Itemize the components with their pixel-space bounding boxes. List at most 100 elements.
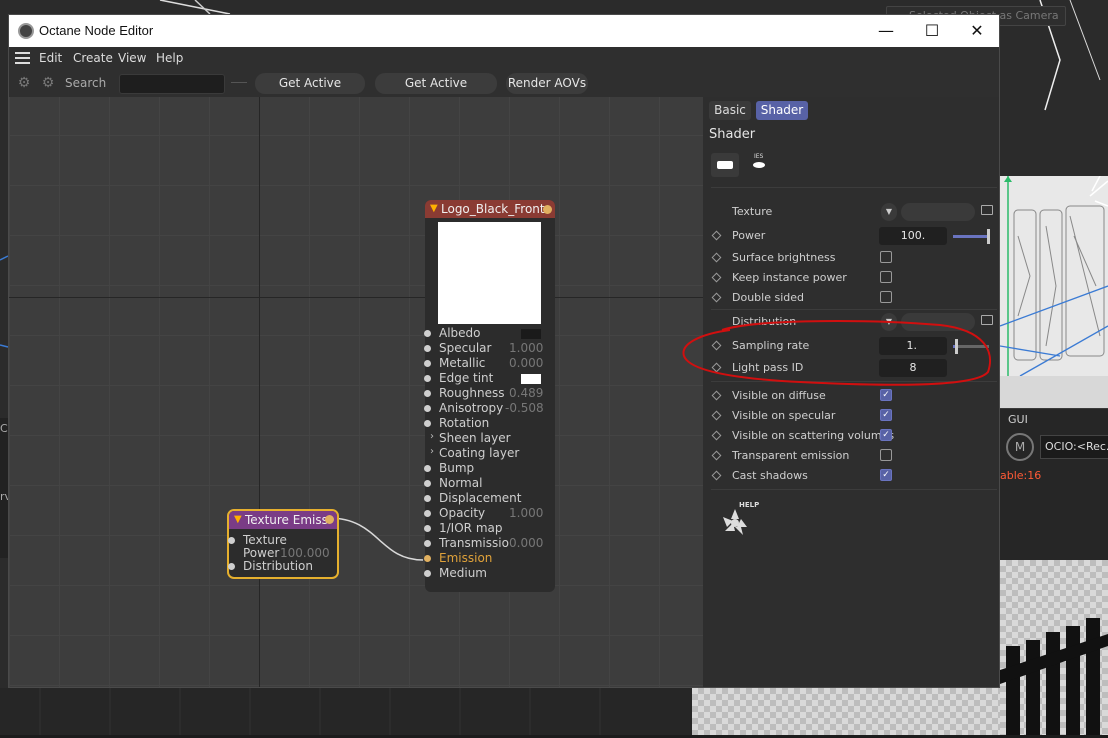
pin-opacity[interactable]: Opacity 1.000 <box>424 506 543 521</box>
collapse-triangle-icon[interactable]: ▼ <box>234 511 242 529</box>
octane-help-icon[interactable]: HELP <box>717 501 759 541</box>
transparent-emission-row[interactable]: Transparent emission <box>711 447 991 465</box>
pick-object-icon[interactable]: ⚙ <box>39 74 57 92</box>
keyframe-diamond-icon[interactable] <box>711 410 722 421</box>
double-sided-row[interactable]: Double sided <box>711 289 991 307</box>
power-row[interactable]: Power 100. <box>711 227 991 245</box>
connection-wire[interactable] <box>9 97 703 687</box>
surface-brightness-row[interactable]: Surface brightness <box>711 249 991 267</box>
visible-on-scattering-row[interactable]: Visible on scattering volumes ✓ <box>711 427 991 445</box>
ocio-pin-icon[interactable]: M <box>1006 433 1034 461</box>
close-button[interactable]: ✕ <box>954 15 1000 47</box>
material-node-header[interactable]: ▼ Logo_Black_Front <box>425 200 555 218</box>
pin-normal[interactable]: Normal <box>424 476 482 491</box>
power-field[interactable]: 100. <box>879 227 947 245</box>
distribution-dropdown-button[interactable]: ▼ <box>881 313 897 331</box>
visible-on-diffuse-row[interactable]: Visible on diffuse ✓ <box>711 387 991 405</box>
cast-shadows-checkbox[interactable]: ✓ <box>880 469 892 481</box>
cast-shadows-label: Cast shadows <box>732 469 808 482</box>
sampling-rate-field[interactable]: 1. <box>879 337 947 355</box>
pin-ior-map[interactable]: 1/IOR map <box>424 521 502 536</box>
emission-node-header[interactable]: ▼ Texture Emiss <box>229 511 337 529</box>
pin-sheen-layer[interactable]: › Sheen layer <box>430 431 511 446</box>
light-pass-id-field[interactable]: 8 <box>879 359 947 377</box>
material-preview <box>438 222 541 324</box>
pin-metallic[interactable]: Metallic 0.000 <box>424 356 543 371</box>
visible-on-scattering-checkbox[interactable]: ✓ <box>880 429 892 441</box>
get-active-tag-object-button[interactable]: Get Active tag/object <box>375 73 497 111</box>
texture-dropdown-button[interactable]: ▼ <box>881 203 897 221</box>
folder-icon[interactable] <box>981 205 993 215</box>
keep-instance-power-checkbox[interactable] <box>880 271 892 283</box>
hamburger-menu-icon[interactable] <box>15 52 30 64</box>
keep-instance-power-row[interactable]: Keep instance power <box>711 269 991 287</box>
pin-edge-tint[interactable]: Edge tint <box>424 371 541 386</box>
visible-on-diffuse-checkbox[interactable]: ✓ <box>880 389 892 401</box>
visible-on-specular-checkbox[interactable]: ✓ <box>880 409 892 421</box>
node-canvas[interactable]: ▼ Logo_Black_Front Albedo Specular 1.000 … <box>9 97 703 687</box>
pin-bump[interactable]: Bump <box>424 461 474 476</box>
search-input[interactable] <box>119 74 225 94</box>
edge-tint-swatch[interactable] <box>521 374 541 384</box>
keyframe-diamond-icon[interactable] <box>711 340 722 351</box>
keyframe-diamond-icon[interactable] <box>711 430 722 441</box>
surface-brightness-checkbox[interactable] <box>880 251 892 263</box>
material-node[interactable]: ▼ Logo_Black_Front Albedo Specular 1.000 … <box>424 200 555 592</box>
double-sided-checkbox[interactable] <box>880 291 892 303</box>
pin-transmission[interactable]: Transmissio 0.000 <box>424 536 543 551</box>
pin-specular[interactable]: Specular 1.000 <box>424 341 543 356</box>
menu-create[interactable]: Create <box>73 51 113 65</box>
texture-emission-node[interactable]: ▼ Texture Emiss Texture Power 100.000 Dis… <box>227 509 339 579</box>
pin-coating-layer[interactable]: › Coating layer <box>430 446 519 461</box>
keyframe-diamond-icon[interactable] <box>711 450 722 461</box>
keyframe-diamond-icon[interactable] <box>711 230 722 241</box>
maximize-button[interactable]: ☐ <box>909 15 955 47</box>
keyframe-diamond-icon[interactable] <box>711 390 722 401</box>
keyframe-diamond-icon[interactable] <box>711 362 722 373</box>
emission-output-pin[interactable] <box>325 515 334 524</box>
window-title: Octane Node Editor <box>39 23 154 38</box>
transparent-emission-checkbox[interactable] <box>880 449 892 461</box>
keyframe-diamond-icon[interactable] <box>711 292 722 303</box>
menu-help[interactable]: Help <box>156 51 183 65</box>
area-light-type-icon[interactable] <box>711 153 739 177</box>
gear-icon[interactable]: ⚙ <box>15 74 33 92</box>
keyframe-diamond-icon[interactable] <box>711 252 722 263</box>
pin-albedo[interactable]: Albedo <box>424 326 541 341</box>
left-panel-strip <box>0 418 8 558</box>
distribution-link-field[interactable] <box>901 313 975 331</box>
minimize-button[interactable]: — <box>863 15 909 47</box>
pin-emission[interactable]: Emission <box>424 551 492 566</box>
albedo-swatch[interactable] <box>521 329 541 339</box>
distribution-row[interactable]: Distribution ▼ <box>711 313 993 331</box>
pin-medium[interactable]: Medium <box>424 566 487 581</box>
cast-shadows-row[interactable]: Cast shadows ✓ <box>711 467 991 485</box>
get-active-material-button[interactable]: Get Active material <box>255 73 365 111</box>
sampling-rate-row[interactable]: Sampling rate 1. <box>711 337 991 355</box>
pin-rotation[interactable]: Rotation <box>424 416 489 431</box>
power-slider[interactable] <box>953 229 990 244</box>
sampling-rate-slider[interactable] <box>953 339 989 354</box>
folder-icon[interactable] <box>981 315 993 325</box>
light-pass-id-row[interactable]: Light pass ID 8 <box>711 359 991 377</box>
tab-shader[interactable]: Shader <box>756 101 808 120</box>
collapse-triangle-icon[interactable]: ▼ <box>430 200 438 218</box>
menu-view[interactable]: View <box>118 51 146 65</box>
tab-basic[interactable]: Basic <box>709 101 751 120</box>
keyframe-diamond-icon[interactable] <box>711 272 722 283</box>
render-aovs-button[interactable]: Render AOVs <box>506 73 588 94</box>
pin-displacement[interactable]: Displacement <box>424 491 522 506</box>
pin-anisotropy[interactable]: Anisotropy -0.508 <box>424 401 544 416</box>
visible-on-specular-row[interactable]: Visible on specular ✓ <box>711 407 991 425</box>
menu-edit[interactable]: Edit <box>39 51 62 65</box>
texture-row[interactable]: Texture ▼ <box>711 203 993 221</box>
material-output-pin[interactable] <box>543 205 552 214</box>
shader-section-title: Shader <box>709 127 756 142</box>
pin-roughness[interactable]: Roughness 0.489 <box>424 386 543 401</box>
texture-link-field[interactable] <box>901 203 975 221</box>
pin-distribution[interactable]: Distribution <box>228 559 313 574</box>
title-bar[interactable]: Octane Node Editor — ☐ ✕ <box>9 15 999 47</box>
keyframe-diamond-icon[interactable] <box>711 470 722 481</box>
ies-light-type-icon[interactable]: IES <box>745 153 773 177</box>
ocio-field[interactable]: OCIO:<Rec.7 <box>1040 435 1108 459</box>
